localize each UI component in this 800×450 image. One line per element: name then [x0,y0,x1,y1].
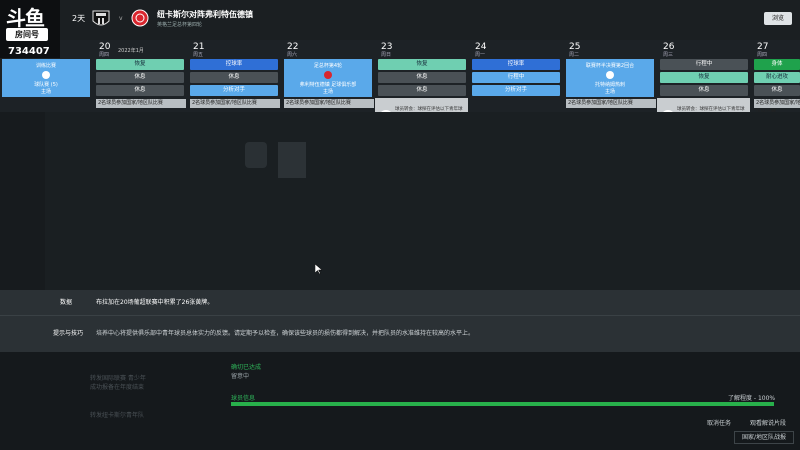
card-line: 弗利特伍德镇 足球俱乐部 [299,82,357,88]
progress-fill [231,402,774,406]
cup-match-card[interactable]: 足总杯第4轮 弗利特伍德镇 足球俱乐部 主场 [284,59,372,97]
inbox-item[interactable]: 转发国际联赛 青少年 [90,373,146,382]
card-title: 训练比赛 [35,63,56,69]
card-sub: 主场 [604,89,615,95]
card-title: 足总杯第4轮 [313,63,343,69]
schedule-slot[interactable]: 休息 [378,85,466,96]
training-match-card[interactable]: 训练比赛 球队赛 (5) 主场 [2,59,90,97]
international-note: 2名球员参加国家/地区队比赛 [754,99,800,115]
card-line: 球队赛 (5) [34,82,58,88]
days-until-match: 2天 [72,14,86,23]
schedule-slot[interactable]: 休息 [754,85,800,96]
day-column: 25 周二 联赛杯半决赛第2回合 托特纳姆热刺 主场 2名球员参加国家/地区队比… [564,40,656,112]
schedule-slot[interactable]: 恢复 [96,59,184,70]
country-report-button[interactable]: 国家/地区队战报 [734,431,794,444]
day-name: 周一 [475,52,486,58]
status-sub: 留意中 [231,373,250,380]
day-name: 周二 [569,52,580,58]
schedule-slot[interactable]: 休息 [96,85,184,96]
opponent-crest-icon [606,71,614,79]
watch-highlights-button[interactable]: 观看解说片段 [750,418,786,427]
international-note: 2名球员参加国家/地区队比赛 [190,99,280,108]
mouse-cursor-icon [315,264,323,274]
card-sub: 主场 [322,89,333,95]
progress-label: 球员信息 [231,395,256,402]
schedule-slot[interactable]: 休息 [190,72,278,83]
schedule-slot[interactable]: 行程中 [472,72,560,83]
inbox-item[interactable]: 转发纽卡斯尔青年队 [90,410,144,419]
cancel-task-button[interactable]: 取消任务 [707,418,731,427]
logo-sub: 房间号 [6,28,48,41]
schedule-slot[interactable]: 控球率 [472,59,560,70]
day-name: 周六 [287,52,298,58]
background-content-dimmed [0,112,800,374]
month-label: 2022年1月 [118,48,144,54]
league-cup-card[interactable]: 联赛杯半决赛第2回合 托特纳姆热刺 主场 [566,59,654,97]
day-column: 27 周四 身体 耐心进攻 休息 2名球员参加国家/地区队比赛 [752,40,800,115]
data-text: 布拉加在20场葡超联赛中积累了26张黄牌。 [96,299,214,306]
day-name: 周五 [193,52,204,58]
bottom-area [0,352,800,450]
schedule-slot[interactable]: 休息 [378,72,466,83]
left-sidebar [0,112,45,290]
tips-text: 培养中心将提供俱乐部中青年球员总体实力的反馈。请定期予以检查，确保该些球员的损伤… [96,330,475,337]
day-column: 22 周六 足总杯第4轮 弗利特伍德镇 足球俱乐部 主场 2名球员参加国家/地区… [282,40,374,112]
match-subtitle: 英格兰足总杯第四轮 [157,22,203,28]
match-title[interactable]: 纽卡斯尔对阵弗利特伍德镇 [157,9,253,20]
schedule-slot[interactable]: 控球率 [190,59,278,70]
ball-icon [42,71,50,79]
continue-button[interactable]: 浏览 [764,12,792,25]
schedule-slot[interactable]: 恢复 [378,59,466,70]
international-note: 2名球员参加国家/地区队比赛 [566,99,656,108]
club-crest-icon [245,142,267,168]
day-column: 24 周一 控球率 行程中 分析对手 [470,40,561,112]
logo-text: 斗鱼 [6,6,45,30]
room-number: 734407 [8,46,50,57]
day-column: 21 周五 控球率 休息 分析对手 2名球员参加国家/地区队比赛 [188,40,280,112]
data-label: 数据 [60,299,73,306]
card-line: 托特纳姆热刺 [594,82,625,88]
schedule-slot[interactable]: 分析对手 [472,85,560,96]
inbox-item-sub: 成功报备在年度结束 [90,384,145,391]
card-sub: 主场 [40,89,51,95]
status-label: 确切已达成 [231,364,262,371]
international-note: 2名球员参加国家/地区队比赛 [96,99,186,108]
schedule-slot[interactable]: 恢复 [660,72,748,83]
home-club-crest-icon [92,10,110,26]
day-name: 周四 [757,52,768,58]
schedule-slot[interactable]: 耐心进攻 [754,72,800,83]
day-name: 周四 [99,52,110,58]
player-portrait [278,142,306,178]
day-column: 20 周四 2022年1月 恢复 休息 休息 2名球员参加国家/地区队比赛 [94,40,186,112]
schedule-slot[interactable]: 分析对手 [190,85,278,96]
schedule-slot[interactable]: 身体 [754,59,800,70]
schedule-slot[interactable]: 休息 [96,72,184,83]
divider [0,315,800,316]
vs-label: v [119,15,123,22]
away-club-crest-icon [131,9,149,27]
schedule-slot[interactable]: 休息 [660,85,748,96]
opponent-crest-icon [324,71,332,79]
schedule-slot[interactable]: 行程中 [660,59,748,70]
day-name: 周三 [663,52,674,58]
international-note: 2名球员参加国家/地区队比赛 [284,99,374,108]
streamer-logo: 斗鱼 房间号 734407 [0,0,60,58]
tips-label: 提示与技巧 [53,330,84,337]
progress-value: 了解程度 - 100% [728,395,776,402]
day-name: 周日 [381,52,392,58]
card-title: 联赛杯半决赛第2回合 [585,63,635,69]
